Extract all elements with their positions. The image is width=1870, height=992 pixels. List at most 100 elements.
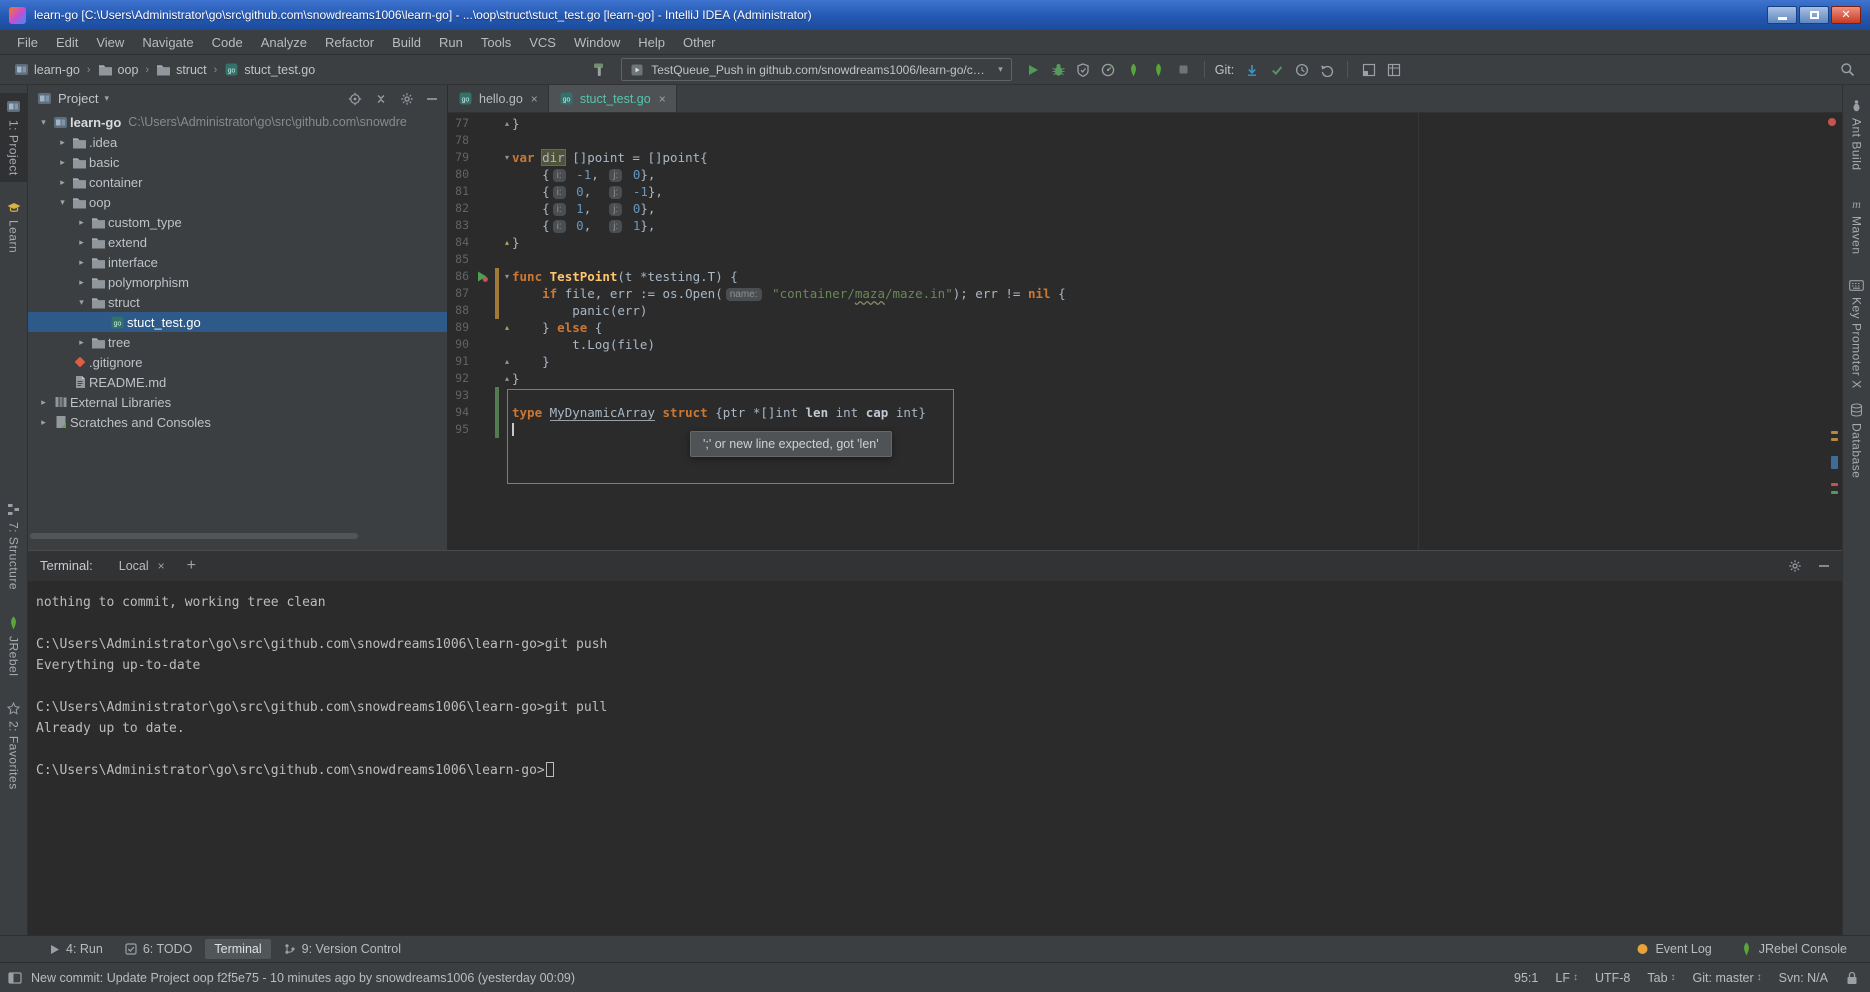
editor-body[interactable]: 77▴}7879▾var dir []point = []point{80 {i… xyxy=(448,113,1842,550)
tree-item-container[interactable]: ▸container xyxy=(28,172,447,192)
fold-marker-icon[interactable]: ▾ xyxy=(505,150,509,165)
tree-item-struct[interactable]: ▾struct xyxy=(28,292,447,312)
project-panel-title[interactable]: Project xyxy=(58,91,98,106)
hide-windows-button[interactable] xyxy=(1356,58,1381,82)
tree-item-polymorphism[interactable]: ▸polymorphism xyxy=(28,272,447,292)
tree-chevron-icon[interactable]: ▸ xyxy=(74,237,89,248)
status-message[interactable]: New commit: Update Project oop f2f5e75 -… xyxy=(31,971,575,985)
debug-button[interactable] xyxy=(1046,58,1071,82)
tree-item-interface[interactable]: ▸interface xyxy=(28,252,447,272)
menu-item-help[interactable]: Help xyxy=(629,30,674,54)
minimize-button[interactable] xyxy=(1767,6,1797,24)
code-line-80[interactable]: 80 {i: -1, j: 0}, xyxy=(448,166,1828,183)
close-button[interactable]: ✕ xyxy=(1831,6,1861,24)
git-update-button[interactable] xyxy=(1239,58,1264,82)
git-history-button[interactable] xyxy=(1289,58,1314,82)
fold-marker-icon[interactable]: ▴ xyxy=(505,320,509,335)
tree-chevron-icon[interactable]: ▸ xyxy=(55,137,70,148)
run-button[interactable] xyxy=(1021,58,1046,82)
code-line-91[interactable]: 91▴ } xyxy=(448,353,1828,370)
code-line-83[interactable]: 83 {i: 0, j: 1}, xyxy=(448,217,1828,234)
code-line-85[interactable]: 85 xyxy=(448,251,1828,268)
tab-close-icon[interactable]: × xyxy=(531,92,538,106)
code-line-79[interactable]: 79▾var dir []point = []point{ xyxy=(448,149,1828,166)
terminal-tab-local[interactable]: Local × xyxy=(113,551,171,580)
code-line-89[interactable]: 89▴ } else { xyxy=(448,319,1828,336)
toolwindow-button-6-todo[interactable]: 6: TODO xyxy=(116,939,202,959)
breadcrumb-item-stuct-test-go[interactable]: gostuct_test.go xyxy=(220,60,319,79)
breadcrumb-item-learn-go[interactable]: learn-go xyxy=(10,60,84,79)
editor-tab-hello-go[interactable]: gohello.go× xyxy=(448,85,549,112)
menu-item-edit[interactable]: Edit xyxy=(47,30,87,54)
terminal-tab-close-icon[interactable]: × xyxy=(158,559,165,573)
toolwindow-switcher-icon[interactable] xyxy=(8,972,22,984)
status-utf-8[interactable]: UTF-8 xyxy=(1595,971,1630,985)
horizontal-scrollbar[interactable] xyxy=(30,533,358,539)
tree-item-idea[interactable]: ▸.idea xyxy=(28,132,447,152)
scrollbar-thumb[interactable] xyxy=(1831,456,1838,469)
breadcrumb-item-oop[interactable]: oop xyxy=(94,61,143,79)
menu-item-analyze[interactable]: Analyze xyxy=(252,30,316,54)
tree-item-stuct-test-go[interactable]: gostuct_test.go xyxy=(28,312,447,332)
tool-button-key-promoter-x[interactable]: Key Promoter X xyxy=(1843,274,1870,395)
menu-item-navigate[interactable]: Navigate xyxy=(133,30,202,54)
coverage-button[interactable] xyxy=(1071,58,1096,82)
menu-item-window[interactable]: Window xyxy=(565,30,629,54)
tree-item-basic[interactable]: ▸basic xyxy=(28,152,447,172)
gear-icon[interactable] xyxy=(1788,559,1802,573)
toolwindow-button-9-version-control[interactable]: 9: Version Control xyxy=(275,939,410,959)
menu-item-view[interactable]: View xyxy=(87,30,133,54)
code-line-87[interactable]: 87 if file, err := os.Open(name: "contai… xyxy=(448,285,1828,302)
tool-button-7-structure[interactable]: 7: Structure xyxy=(0,497,27,596)
menu-item-file[interactable]: File xyxy=(8,30,47,54)
tree-chevron-icon[interactable]: ▸ xyxy=(36,417,51,428)
tool-button-database[interactable]: Database xyxy=(1843,397,1870,484)
fold-marker-icon[interactable]: ▴ xyxy=(505,116,509,131)
code-line-82[interactable]: 82 {i: 1, j: 0}, xyxy=(448,200,1828,217)
tree-chevron-icon[interactable]: ▸ xyxy=(74,277,89,288)
chevron-down-icon[interactable]: ▾ xyxy=(104,93,109,104)
tree-chevron-icon[interactable]: ▸ xyxy=(74,217,89,228)
hide-panel-icon[interactable] xyxy=(426,93,438,105)
tree-chevron-icon[interactable]: ▸ xyxy=(36,397,51,408)
code-line-78[interactable]: 78 xyxy=(448,132,1828,149)
hide-panel-icon[interactable] xyxy=(1818,560,1830,572)
menu-item-code[interactable]: Code xyxy=(203,30,252,54)
tree-item-tree[interactable]: ▸tree xyxy=(28,332,447,352)
code-line-92[interactable]: 92▴} xyxy=(448,370,1828,387)
tree-item-readme-md[interactable]: README.md xyxy=(28,372,447,392)
toolwindow-button-jrebel-console[interactable]: JRebel Console xyxy=(1731,939,1856,959)
toolwindow-button-terminal[interactable]: Terminal xyxy=(205,939,270,959)
tool-button-learn[interactable]: Learn xyxy=(0,196,27,259)
code-line-90[interactable]: 90 t.Log(file) xyxy=(448,336,1828,353)
locate-target-icon[interactable] xyxy=(348,92,362,106)
lock-icon[interactable] xyxy=(1846,971,1858,985)
menu-item-build[interactable]: Build xyxy=(383,30,430,54)
tree-chevron-icon[interactable]: ▾ xyxy=(55,197,70,208)
collapse-all-icon[interactable] xyxy=(374,92,388,106)
code-line-81[interactable]: 81 {i: 0, j: -1}, xyxy=(448,183,1828,200)
tree-chevron-icon[interactable]: ▾ xyxy=(74,297,89,308)
build-hammer-button[interactable] xyxy=(587,58,612,82)
stop-button[interactable] xyxy=(1171,58,1196,82)
status-lf[interactable]: LF↕ xyxy=(1555,971,1578,985)
tree-chevron-icon[interactable]: ▸ xyxy=(55,157,70,168)
tree-chevron-icon[interactable]: ▸ xyxy=(55,177,70,188)
tool-button-2-favorites[interactable]: 2: Favorites xyxy=(0,696,27,796)
tab-close-icon[interactable]: × xyxy=(659,92,666,106)
fold-marker-icon[interactable]: ▴ xyxy=(505,371,509,386)
tree-item-gitignore[interactable]: .gitignore xyxy=(28,352,447,372)
tree-item-custom-type[interactable]: ▸custom_type xyxy=(28,212,447,232)
terminal-output[interactable]: nothing to commit, working tree cleanC:\… xyxy=(28,581,1842,781)
breadcrumb-item-struct[interactable]: struct xyxy=(152,61,211,79)
tree-chevron-icon[interactable]: ▸ xyxy=(74,337,89,348)
tree-chevron-icon[interactable]: ▾ xyxy=(36,117,51,128)
toolwindow-button-event-log[interactable]: Event Log xyxy=(1627,939,1720,959)
runtest-icon[interactable] xyxy=(477,271,488,282)
jrebel-run-button[interactable] xyxy=(1121,58,1146,82)
tree-item-external-libraries[interactable]: ▸External Libraries xyxy=(28,392,447,412)
status-tab[interactable]: Tab↕ xyxy=(1647,971,1675,985)
restore-layout-button[interactable] xyxy=(1381,58,1406,82)
inspection-indicator[interactable] xyxy=(1828,118,1836,126)
fold-marker-icon[interactable]: ▴ xyxy=(505,235,509,250)
